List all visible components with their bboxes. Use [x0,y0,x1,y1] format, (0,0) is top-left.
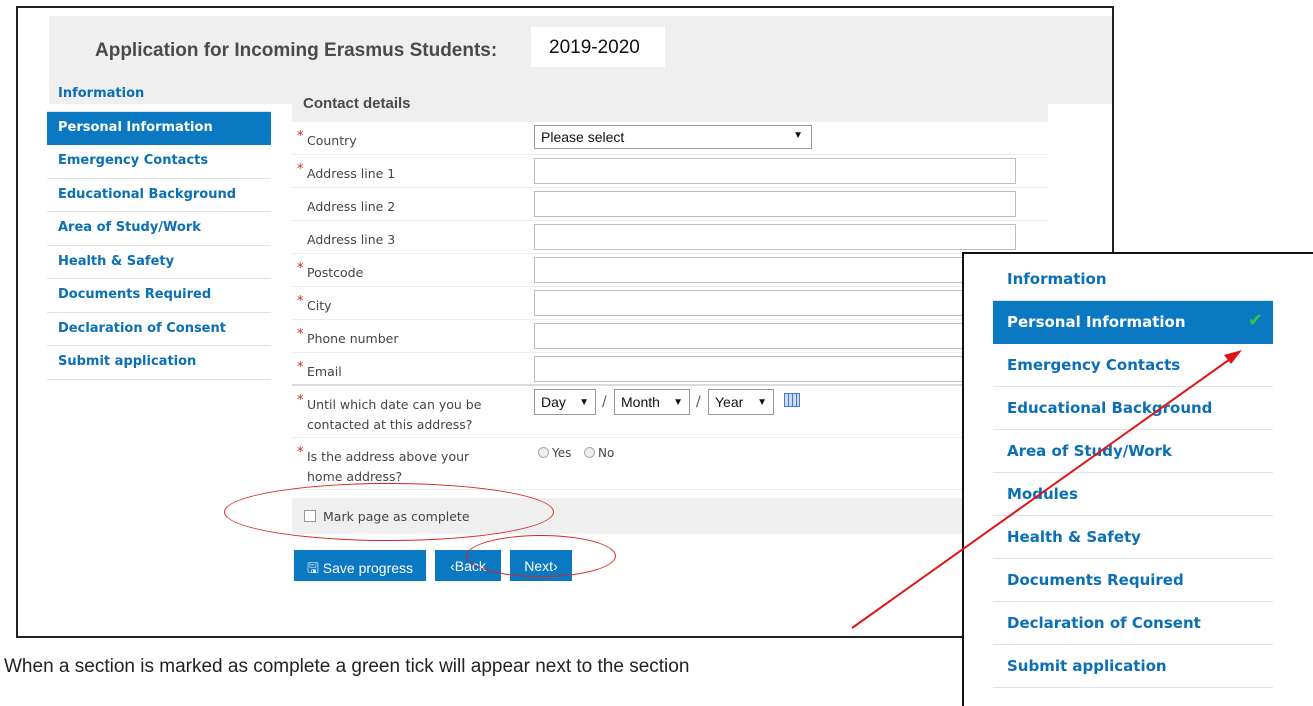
no-radio[interactable]: No [584,446,614,460]
save-progress-button[interactable]: 🖫 Save progress [294,550,426,581]
month-select[interactable]: Month ▼ [614,389,690,415]
phone-label: Phone number [307,331,399,346]
nav-item-educational-background[interactable]: Educational Background [47,179,271,212]
section-title: Contact details [292,84,1048,122]
caret-down-icon: ▼ [757,397,767,408]
no-radio-label: No [598,446,615,460]
academic-year: 2019-2020 [531,27,665,67]
nav-item-submit-application[interactable]: Submit application [47,346,271,380]
year-select-value: Year [715,394,744,410]
page-title: Application for Incoming Erasmus Student… [95,40,498,61]
save-icon: 🖫 [306,560,319,576]
email-label: Email [307,364,342,379]
zoom-nav-item-submit-application[interactable]: Submit application [993,645,1273,688]
country-select-value: Please select [541,129,625,145]
yes-radio-label: Yes [552,446,572,460]
caret-down-icon: ▼ [579,397,589,408]
day-select[interactable]: Day ▼ [534,389,596,415]
city-label: City [307,298,332,313]
caret-down-icon: ▼ [673,397,683,408]
month-select-value: Month [621,394,660,410]
address1-input[interactable] [534,158,1016,184]
day-select-value: Day [541,394,566,410]
address2-label: Address line 2 [307,199,396,214]
zoom-nav-item-label: Personal Information [1007,313,1186,331]
left-navigation: Information Personal Information Emergen… [47,78,271,380]
nav-item-declaration-of-consent[interactable]: Declaration of Consent [47,313,271,346]
postcode-label: Postcode [307,265,364,280]
required-mark: * [297,162,304,177]
next-button-highlight [466,535,616,577]
phone-input[interactable] [534,323,1016,349]
date-separator: / [602,394,607,410]
address1-row: * Address line 1 [292,155,1048,188]
nav-item-area-of-study[interactable]: Area of Study/Work [47,212,271,246]
required-mark: * [297,294,304,309]
required-mark: * [297,129,304,144]
radio-circle-icon [538,447,549,458]
zoom-nav-item-information[interactable]: Information [993,258,1273,301]
nav-item-information[interactable]: Information [47,78,271,112]
city-row: * City [292,287,1048,320]
address2-row: Address line 2 [292,188,1048,221]
zoom-nav-item-personal-information[interactable]: Personal Information ✔ [993,301,1273,344]
zoom-nav-item-area-of-study[interactable]: Area of Study/Work [993,430,1273,473]
calendar-icon[interactable] [784,393,800,407]
zoom-nav-item-modules[interactable]: Modules [993,473,1273,516]
check-icon: ✔ [1247,310,1263,331]
caret-down-icon: ▼ [793,130,803,141]
country-row: * Country Please select ▼ [292,122,1048,155]
address3-label: Address line 3 [307,232,396,247]
nav-item-personal-information[interactable]: Personal Information [47,111,271,145]
required-mark: * [297,327,304,342]
postcode-input[interactable] [534,257,1016,283]
required-mark: * [297,360,304,375]
date-separator: / [696,394,701,410]
contact-details-form: Contact details * Country Please select … [292,84,1048,581]
year-select[interactable]: Year ▼ [708,389,774,415]
country-select[interactable]: Please select ▼ [534,125,812,149]
zoomed-navigation: Information Personal Information ✔ Emerg… [962,252,1313,706]
city-input[interactable] [534,290,1016,316]
phone-row: * Phone number [292,320,1048,353]
home-address-label: Is the address above your home address? [307,449,470,484]
address1-label: Address line 1 [307,166,396,181]
zoom-nav-item-declaration-of-consent[interactable]: Declaration of Consent [993,602,1273,645]
address3-row: Address line 3 [292,221,1048,254]
zoom-nav-item-health-safety[interactable]: Health & Safety [993,516,1273,559]
country-label: Country [307,133,357,148]
zoom-nav-item-emergency-contacts[interactable]: Emergency Contacts [993,344,1273,387]
mark-complete-highlight [224,483,554,541]
address2-input[interactable] [534,191,1016,217]
email-row: * Email [292,353,1048,386]
zoom-nav-item-documents-required[interactable]: Documents Required [993,559,1273,602]
zoom-nav-item-educational-background[interactable]: Educational Background [993,387,1273,430]
nav-item-emergency-contacts[interactable]: Emergency Contacts [47,145,271,179]
yes-radio[interactable]: Yes [538,446,571,460]
save-progress-label: Save progress [322,560,414,576]
caption-text: When a section is marked as complete a g… [4,656,690,677]
required-mark: * [297,261,304,276]
nav-item-documents-required[interactable]: Documents Required [47,279,271,313]
contact-until-row: * Until which date can you be contacted … [292,386,1048,438]
radio-circle-icon [584,447,595,458]
email-input[interactable] [534,356,1016,382]
required-mark: * [297,393,304,408]
required-mark: * [297,445,304,460]
nav-item-health-safety[interactable]: Health & Safety [47,246,271,279]
address3-input[interactable] [534,224,1016,250]
contact-until-label: Until which date can you be contacted at… [307,397,482,432]
postcode-row: * Postcode [292,254,1048,287]
